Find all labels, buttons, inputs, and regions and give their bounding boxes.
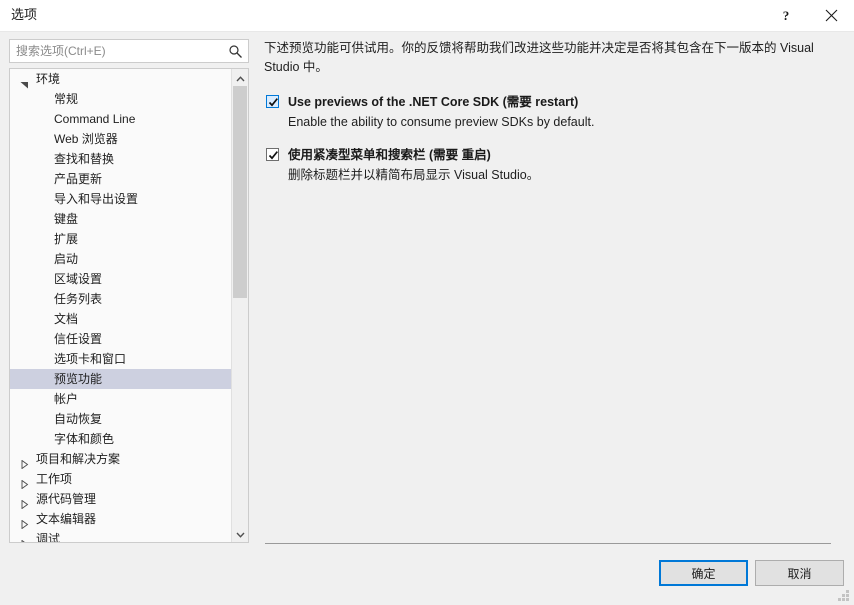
preview-options-list: Use previews of the .NET Core SDK (需要 re… — [264, 94, 834, 183]
tree-item-label: 环境 — [36, 72, 61, 86]
tree-item[interactable]: Web 浏览器 — [10, 129, 232, 149]
tree-item-label: 帐户 — [54, 392, 79, 406]
close-icon — [825, 9, 838, 22]
tree-item[interactable]: 自动恢复 — [10, 409, 232, 429]
tree-item-label: 信任设置 — [54, 332, 103, 346]
option-checkbox[interactable] — [266, 95, 279, 108]
tree-item-label: 文档 — [54, 312, 79, 326]
tree-item-label: 启动 — [54, 252, 79, 266]
search-input[interactable]: 搜索选项(Ctrl+E) — [9, 39, 249, 63]
tree-expand-arrow-collapsed-icon[interactable] — [20, 475, 29, 490]
close-button[interactable] — [809, 0, 854, 31]
checkmark-icon — [268, 151, 278, 160]
tree-expand-arrow-collapsed-icon[interactable] — [20, 495, 29, 510]
option-checkbox[interactable] — [266, 148, 279, 161]
tree-item[interactable]: Command Line — [10, 109, 232, 129]
option-description: Enable the ability to consume preview SD… — [288, 115, 595, 129]
svg-text:?: ? — [782, 9, 789, 23]
tree-item-label: 文本编辑器 — [36, 512, 97, 526]
tree-item[interactable]: 字体和颜色 — [10, 429, 232, 449]
tree-item-label: 产品更新 — [54, 172, 103, 186]
scrollbar-thumb[interactable] — [233, 86, 247, 298]
tree-item[interactable]: 项目和解决方案 — [10, 449, 232, 470]
preview-option-row: Use previews of the .NET Core SDK (需要 re… — [264, 94, 834, 130]
option-title[interactable]: Use previews of the .NET Core SDK (需要 re… — [264, 94, 834, 110]
tree-item-label: 任务列表 — [54, 292, 103, 306]
tree-item[interactable]: 查找和替换 — [10, 149, 232, 169]
preview-option-row: 使用紧凑型菜单和搜索栏 (需要 重启) 删除标题栏并以精简布局显示 Visual … — [264, 147, 834, 183]
search-icon[interactable] — [228, 44, 243, 59]
tree-item-label: 键盘 — [54, 212, 79, 226]
tree-item-label: Web 浏览器 — [54, 132, 118, 146]
tree-item-label: 源代码管理 — [36, 492, 97, 506]
tree-expand-arrow-collapsed-icon[interactable] — [20, 515, 29, 530]
tree-item[interactable]: 帐户 — [10, 389, 232, 409]
scroll-up-button[interactable] — [232, 69, 248, 86]
tree-item[interactable]: 工作项 — [10, 469, 232, 490]
tree-item[interactable]: 产品更新 — [10, 169, 232, 189]
tree-item-label: 自动恢复 — [54, 412, 103, 426]
footer-divider — [265, 543, 831, 544]
ok-button[interactable]: 确定 — [659, 560, 748, 586]
question-mark-icon: ? — [780, 9, 792, 23]
options-tree-items: 环境常规 Command Line Web 浏览器 查找和替换产品更新导入和导出设置键… — [10, 69, 232, 543]
tree-item[interactable]: 调试 — [10, 529, 232, 543]
tree-item-label: 扩展 — [54, 232, 79, 246]
preview-features-panel: 下述预览功能可供试用。你的反馈将帮助我们改进这些功能并决定是否将其包含在下一版本… — [264, 39, 834, 183]
help-button[interactable]: ? — [763, 0, 808, 31]
tree-item[interactable]: 键盘 — [10, 209, 232, 229]
chevron-up-icon — [235, 71, 245, 85]
tree-item[interactable]: 导入和导出设置 — [10, 189, 232, 209]
cancel-button[interactable]: 取消 — [755, 560, 844, 586]
tree-item-label: 预览功能 — [54, 372, 103, 386]
tree-item[interactable]: 文本编辑器 — [10, 509, 232, 530]
options-tree[interactable]: 环境常规 Command Line Web 浏览器 查找和替换产品更新导入和导出设置键… — [9, 68, 249, 543]
tree-item-label: 工作项 — [36, 472, 73, 486]
tree-item-label: 字体和颜色 — [54, 432, 115, 446]
search-placeholder: 搜索选项(Ctrl+E) — [16, 44, 106, 58]
tree-item-label: 区域设置 — [54, 272, 103, 286]
chevron-down-icon — [235, 527, 245, 541]
tree-item-label: 选项卡和窗口 — [54, 352, 127, 366]
tree-item-label: 常规 — [54, 92, 79, 106]
panel-intro-text: 下述预览功能可供试用。你的反馈将帮助我们改进这些功能并决定是否将其包含在下一版本… — [264, 41, 814, 74]
tree-item-label: 查找和替换 — [54, 152, 115, 166]
scroll-down-button[interactable] — [232, 525, 248, 542]
tree-item[interactable]: 常规 — [10, 89, 232, 109]
page-title: 选项 — [11, 7, 38, 22]
tree-item-label: 项目和解决方案 — [36, 452, 121, 466]
tree-item[interactable]: 信任设置 — [10, 329, 232, 349]
option-description: 删除标题栏并以精简布局显示 Visual Studio。 — [288, 168, 540, 182]
dialog-titlebar: 选项 ? — [0, 0, 854, 32]
tree-expand-arrow-collapsed-icon[interactable] — [20, 535, 29, 542]
tree-item[interactable]: 选项卡和窗口 — [10, 349, 232, 369]
tree-item-label: Command Line — [54, 112, 136, 126]
resize-grip[interactable] — [838, 590, 850, 602]
tree-item[interactable]: 任务列表 — [10, 289, 232, 309]
tree-scrollbar[interactable] — [231, 69, 248, 542]
tree-item[interactable]: 启动 — [10, 249, 232, 269]
tree-item[interactable]: 扩展 — [10, 229, 232, 249]
tree-item[interactable]: 环境 — [10, 69, 232, 89]
tree-item[interactable]: 文档 — [10, 309, 232, 329]
tree-item-label: 调试 — [36, 532, 61, 543]
tree-item[interactable]: 区域设置 — [10, 269, 232, 289]
tree-expand-arrow-collapsed-icon[interactable] — [20, 455, 29, 470]
tree-item[interactable]: 源代码管理 — [10, 489, 232, 510]
tree-item-label: 导入和导出设置 — [54, 192, 139, 206]
option-title[interactable]: 使用紧凑型菜单和搜索栏 (需要 重启) — [264, 147, 834, 163]
checkmark-icon — [268, 98, 278, 107]
tree-expand-arrow-expanded-icon[interactable] — [20, 75, 29, 89]
tree-item[interactable]: 预览功能 — [10, 369, 232, 389]
